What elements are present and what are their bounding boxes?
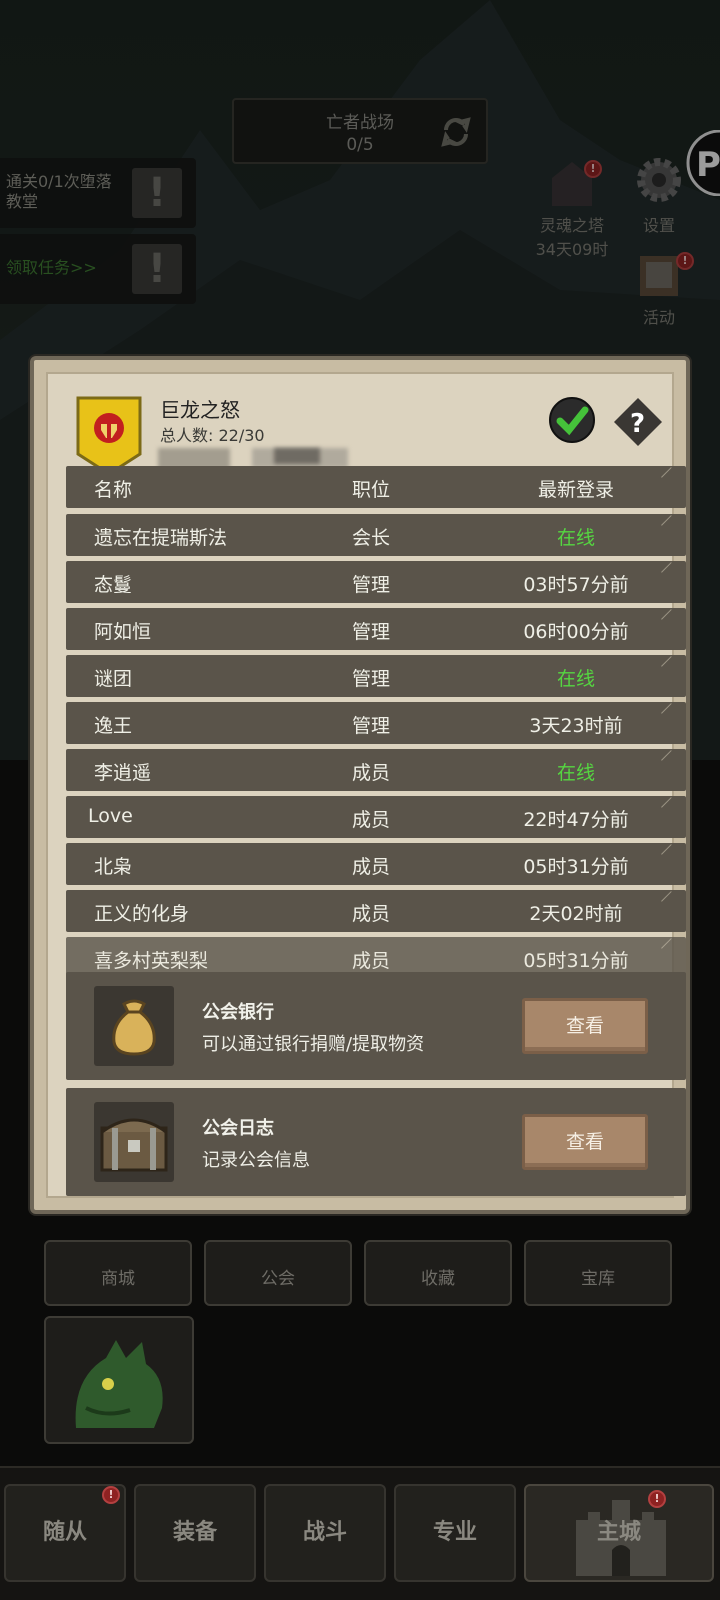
member-name: Love	[88, 805, 133, 827]
tile-label: 宝库	[581, 1269, 615, 1289]
notification-badge: !	[102, 1486, 120, 1504]
table-row[interactable]: 李逍遥 成员 在线	[66, 749, 686, 791]
member-role: 管理	[352, 715, 391, 737]
guild-emblem-icon	[76, 396, 142, 476]
table-row[interactable]: Love 成员 22时47分前	[66, 796, 686, 838]
svg-text:?: ?	[630, 409, 645, 439]
table-row[interactable]: 遗忘在提瑞斯法 会长 在线	[66, 514, 686, 556]
bank-icon-box	[94, 986, 174, 1066]
dragon-tile[interactable]	[44, 1316, 194, 1444]
log-title: 公会日志	[202, 1118, 274, 1139]
table-header: 名称 职位 最新登录	[66, 466, 686, 508]
tile-label: 公会	[261, 1269, 295, 1289]
log-description: 记录公会信息	[202, 1150, 310, 1171]
member-role: 成员	[352, 856, 391, 878]
member-last-login: 06时00分前	[523, 621, 629, 643]
table-row[interactable]: 阿如恒 管理 06时00分前	[66, 608, 686, 650]
guild-member-count: 总人数: 22/30	[160, 426, 265, 445]
member-last-login: 在线	[556, 762, 595, 784]
tile-guild[interactable]: 公会	[204, 1240, 352, 1306]
checkmark-icon[interactable]	[548, 396, 596, 444]
member-last-login: 在线	[556, 668, 595, 690]
member-role: 管理	[352, 621, 391, 643]
bank-title: 公会银行	[202, 1002, 274, 1023]
log-view-button[interactable]: 查看	[522, 1114, 648, 1170]
guild-panel-body: 巨龙之怒 总人数: 22/30 ? 名称 职位 最新登录 遗忘在提瑞斯法 会长 …	[46, 372, 686, 1198]
member-last-login: 在线	[556, 527, 595, 549]
notification-badge: !	[648, 1490, 666, 1508]
member-name: 态鬘	[94, 574, 133, 596]
nav-followers[interactable]: 随从 !	[4, 1484, 126, 1582]
member-role: 成员	[352, 809, 391, 831]
table-row[interactable]: 谜团 管理 在线	[66, 655, 686, 697]
member-role: 成员	[352, 762, 391, 784]
member-name: 李逍遥	[94, 762, 152, 784]
member-name: 阿如恒	[94, 621, 152, 643]
bank-description: 可以通过银行捐赠/提取物资	[202, 1034, 425, 1055]
log-icon-box	[94, 1102, 174, 1182]
member-name: 喜多村英梨梨	[94, 950, 209, 972]
table-row[interactable]: 北枭 成员 05时31分前	[66, 843, 686, 885]
tile-label: 商城	[101, 1269, 135, 1289]
member-last-login: 05时31分前	[523, 856, 629, 878]
table-row[interactable]: 正义的化身 成员 2天02时前	[66, 890, 686, 932]
nav-battle[interactable]: 战斗	[264, 1484, 386, 1582]
guild-name: 巨龙之怒	[160, 398, 240, 422]
member-name: 逸王	[94, 715, 133, 737]
member-name: 遗忘在提瑞斯法	[94, 527, 228, 549]
member-role: 管理	[352, 668, 391, 690]
nav-label: 随从	[42, 1520, 87, 1545]
member-last-login: 22时47分前	[523, 809, 629, 831]
member-role: 成员	[352, 950, 391, 972]
column-header-name: 名称	[94, 479, 133, 501]
member-last-login: 03时57分前	[523, 574, 629, 596]
column-header-role: 职位	[352, 479, 391, 501]
tile-collection[interactable]: 收藏	[364, 1240, 512, 1306]
redacted-text	[274, 448, 320, 464]
member-role: 成员	[352, 903, 391, 925]
guild-log-card: 公会日志 记录公会信息 查看	[66, 1088, 686, 1196]
help-icon[interactable]: ?	[612, 396, 664, 448]
guild-bank-card: 公会银行 可以通过银行捐赠/提取物资 查看	[66, 972, 686, 1080]
member-last-login: 2天02时前	[529, 903, 623, 925]
member-role: 会长	[352, 527, 391, 549]
member-last-login: 05时31分前	[523, 950, 629, 972]
money-bag-icon	[112, 999, 156, 1056]
treasure-chest-icon	[100, 1118, 168, 1172]
nav-profession[interactable]: 专业	[394, 1484, 516, 1582]
column-header-last-login: 最新登录	[537, 479, 614, 501]
tile-shop[interactable]: 商城	[44, 1240, 192, 1306]
dragon-icon	[75, 1340, 163, 1428]
tile-treasury[interactable]: 宝库	[524, 1240, 672, 1306]
nav-main-city[interactable]: 主城 !	[524, 1484, 714, 1582]
tile-label: 收藏	[421, 1269, 455, 1289]
member-last-login: 3天23时前	[529, 715, 623, 737]
nav-label: 专业	[432, 1520, 477, 1545]
table-row[interactable]: 逸王 管理 3天23时前	[66, 702, 686, 744]
nav-label: 主城	[596, 1520, 641, 1545]
member-role: 管理	[352, 574, 391, 596]
guild-panel: 巨龙之怒 总人数: 22/30 ? 名称 职位 最新登录 遗忘在提瑞斯法 会长 …	[30, 356, 690, 1214]
member-name: 北枭	[94, 856, 133, 878]
table-row[interactable]: 态鬘 管理 03时57分前	[66, 561, 686, 603]
member-name: 谜团	[94, 668, 133, 690]
bank-view-button[interactable]: 查看	[522, 998, 648, 1054]
member-name: 正义的化身	[94, 903, 190, 925]
nav-label: 战斗	[302, 1520, 347, 1545]
nav-equipment[interactable]: 装备	[134, 1484, 256, 1582]
nav-label: 装备	[172, 1520, 217, 1545]
